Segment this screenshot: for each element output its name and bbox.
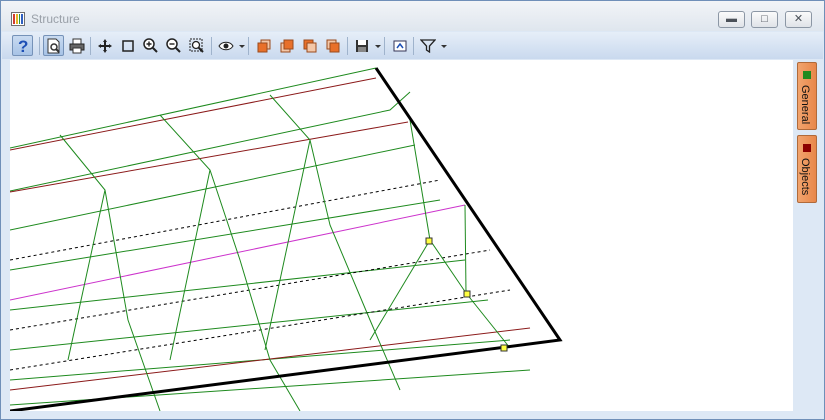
view-eye-icon: [217, 41, 234, 50]
refresh-view-icon: [393, 40, 406, 51]
print-icon: [69, 38, 84, 53]
window-title: Structure: [31, 12, 80, 26]
view-top-button[interactable]: [322, 35, 343, 56]
side-panel: General Objects: [794, 60, 824, 411]
toolbar-separator: [39, 37, 40, 55]
print-preview-button[interactable]: [43, 35, 64, 56]
view-side-button[interactable]: [299, 35, 320, 56]
structure-edge: [10, 67, 563, 411]
mesh-frame-line: [464, 204, 467, 294]
save-image-button[interactable]: [351, 35, 372, 56]
view-back-icon: [280, 39, 293, 52]
mesh-longitudinal-line: [10, 199, 441, 271]
close-button[interactable]: ✕: [785, 11, 812, 28]
zoom-out-button[interactable]: [163, 35, 184, 56]
pan-icon: [97, 38, 112, 53]
zoom-in-button[interactable]: [140, 35, 161, 56]
app-structure-icon: [11, 12, 25, 26]
pan-button[interactable]: [94, 35, 115, 56]
refresh-view-button[interactable]: [389, 35, 410, 56]
toolbar-separator: [413, 37, 414, 55]
view-eye-button[interactable]: [215, 35, 236, 56]
red-line: [10, 121, 409, 193]
structure-window: Structure ▬ □ ✕ ? General Objects: [0, 0, 825, 420]
view-side-icon: [303, 39, 316, 52]
title-bar[interactable]: Structure ▬ □ ✕: [1, 1, 824, 31]
toolbar-separator: [347, 37, 348, 55]
mesh-node[interactable]: [500, 344, 508, 352]
view-front-button[interactable]: [253, 35, 274, 56]
help-icon: ?: [18, 37, 28, 55]
svg-text:?: ?: [18, 37, 28, 55]
view-eye-dropdown-icon[interactable]: [239, 45, 245, 48]
mesh-frame-line: [409, 119, 511, 349]
mesh-frame-line: [59, 134, 161, 411]
objects-color-swatch: [803, 144, 811, 152]
mesh-longitudinal-line: [10, 259, 466, 311]
print-button[interactable]: [66, 35, 87, 56]
select-rectangle-button[interactable]: [117, 35, 138, 56]
mesh-frame-line: [67, 189, 106, 361]
save-image-icon: [355, 39, 368, 52]
view-back-button[interactable]: [276, 35, 297, 56]
mesh-longitudinal-line: [10, 91, 411, 192]
minimize-button[interactable]: ▬: [718, 11, 745, 28]
toolbar-separator: [248, 37, 249, 55]
dashed-line: [10, 179, 441, 261]
structure-viewport[interactable]: [10, 60, 793, 411]
help-button[interactable]: ?: [12, 35, 33, 56]
minimize-icon: ▬: [726, 13, 737, 25]
red-line: [10, 77, 377, 151]
zoom-in-icon: [142, 37, 158, 53]
mesh-node[interactable]: [463, 290, 471, 298]
toolbar: ?: [2, 32, 823, 59]
mesh-longitudinal-line: [10, 144, 416, 231]
mesh-frame-line: [369, 239, 431, 341]
view-top-icon: [326, 39, 339, 52]
filter-icon: [419, 38, 436, 53]
mesh-node[interactable]: [425, 237, 433, 245]
select-rectangle-icon: [121, 39, 134, 52]
maximize-icon: □: [761, 13, 768, 25]
tab-objects[interactable]: Objects: [797, 135, 817, 203]
mesh-frame-line: [269, 94, 401, 391]
maximize-button[interactable]: □: [751, 11, 778, 28]
zoom-out-icon: [165, 37, 181, 53]
mesh-drawing: [10, 67, 563, 411]
save-image-dropdown-icon[interactable]: [375, 45, 381, 48]
view-front-icon: [257, 39, 270, 52]
filter-button[interactable]: [417, 35, 438, 56]
tab-objects-label: Objects: [799, 158, 811, 196]
zoom-fit-icon: [189, 38, 204, 53]
tab-general[interactable]: General: [797, 62, 817, 130]
mesh-longitudinal-line: [10, 299, 489, 351]
print-preview-icon: [47, 38, 60, 53]
zoom-fit-button[interactable]: [186, 35, 207, 56]
toolbar-separator: [90, 37, 91, 55]
close-icon: ✕: [793, 13, 804, 25]
toolbar-separator: [211, 37, 212, 55]
toolbar-separator: [384, 37, 385, 55]
dashed-line: [10, 249, 491, 331]
filter-dropdown-icon[interactable]: [441, 45, 447, 48]
tab-general-label: General: [799, 85, 811, 125]
mesh-longitudinal-line: [10, 67, 377, 149]
general-color-swatch: [803, 71, 811, 79]
